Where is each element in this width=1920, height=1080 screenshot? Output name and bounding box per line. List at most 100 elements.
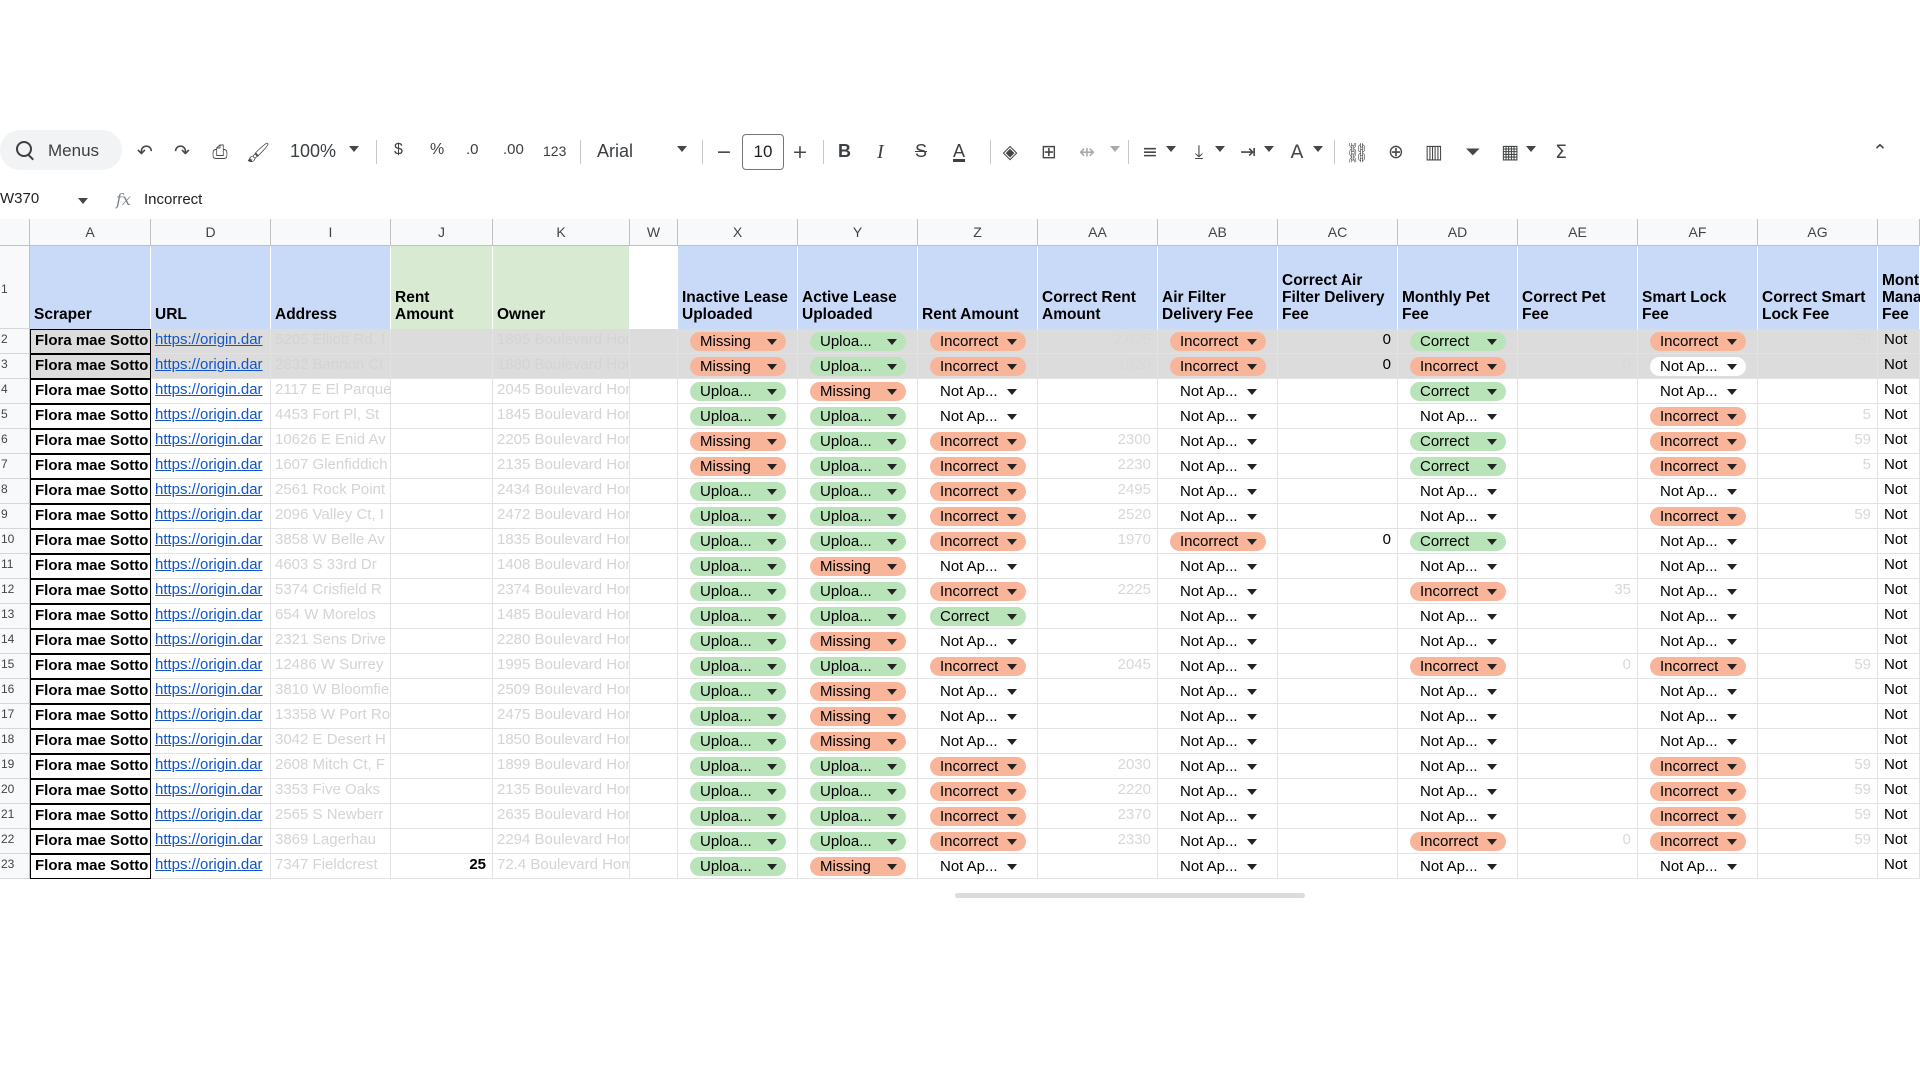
- rent-amount-cell[interactable]: [391, 404, 493, 429]
- status-cell[interactable]: Not Ap...: [918, 704, 1038, 729]
- empty-cell[interactable]: [630, 329, 678, 354]
- owner-cell[interactable]: 1995 Boulevard Homes: [493, 654, 630, 679]
- header-empty[interactable]: [630, 246, 678, 329]
- value-cell[interactable]: 0: [1278, 354, 1398, 379]
- rent-amount-cell[interactable]: [391, 429, 493, 454]
- header-correct-rent[interactable]: Correct Rent Amount: [1038, 246, 1158, 329]
- status-cell[interactable]: Incorrect: [918, 529, 1038, 554]
- address-cell[interactable]: 5205 Elliott Rd, I: [271, 329, 391, 354]
- status-cell[interactable]: Not Ap...: [1398, 754, 1518, 779]
- dropdown-arrow-icon[interactable]: [1487, 464, 1497, 470]
- value-cell[interactable]: 59: [1758, 779, 1878, 804]
- url-link[interactable]: https://origin.dar: [151, 654, 271, 679]
- dropdown-arrow-icon[interactable]: [1727, 639, 1737, 645]
- dropdown-arrow-icon[interactable]: [767, 664, 777, 670]
- value-cell[interactable]: 0: [1518, 654, 1638, 679]
- rent-amount-cell[interactable]: [391, 604, 493, 629]
- status-dropdown[interactable]: Incorrect: [1650, 457, 1746, 476]
- dropdown-arrow-icon[interactable]: [1727, 614, 1737, 620]
- status-cell[interactable]: Not Ap...: [1638, 479, 1758, 504]
- scraper-cell[interactable]: Flora mae Sotto: [30, 329, 151, 354]
- dropdown-arrow-icon[interactable]: [1007, 364, 1017, 370]
- status-dropdown[interactable]: Uploa...: [810, 482, 906, 501]
- status-dropdown[interactable]: Correct: [1410, 457, 1506, 476]
- status-dropdown[interactable]: Uploa...: [690, 832, 786, 851]
- dropdown-arrow-icon[interactable]: [887, 514, 897, 520]
- empty-cell[interactable]: [630, 454, 678, 479]
- status-cell[interactable]: Not Ap...: [1158, 379, 1278, 404]
- status-dropdown[interactable]: Incorrect: [930, 332, 1026, 351]
- dropdown-arrow-icon[interactable]: [1487, 564, 1497, 570]
- status-cell[interactable]: Uploa...: [798, 354, 918, 379]
- status-cell[interactable]: Not Ap...: [1158, 579, 1278, 604]
- value-cell[interactable]: [1518, 479, 1638, 504]
- status-cell[interactable]: Correct: [1398, 529, 1518, 554]
- header-air-filter[interactable]: Air Filter Delivery Fee: [1158, 246, 1278, 329]
- status-dropdown[interactable]: Incorrect: [1650, 757, 1746, 776]
- status-dropdown[interactable]: Not Ap...: [1650, 557, 1746, 576]
- row-header[interactable]: 2: [0, 329, 30, 354]
- value-cell[interactable]: [1518, 329, 1638, 354]
- value-cell[interactable]: [1518, 779, 1638, 804]
- column-header[interactable]: Z: [918, 219, 1038, 246]
- font-size-input[interactable]: 10: [742, 134, 784, 170]
- dropdown-arrow-icon[interactable]: [1247, 764, 1257, 770]
- status-dropdown[interactable]: Uploa...: [690, 482, 786, 501]
- status-cell[interactable]: Uploa...: [678, 404, 798, 429]
- scraper-cell[interactable]: Flora mae Sotto: [30, 754, 151, 779]
- status-cell[interactable]: Not Ap...: [1158, 604, 1278, 629]
- rotate-icon[interactable]: A: [1283, 138, 1311, 166]
- status-dropdown[interactable]: Uploa...: [810, 657, 906, 676]
- dropdown-arrow-icon[interactable]: [1487, 389, 1497, 395]
- rent-amount-cell[interactable]: 25: [391, 854, 493, 879]
- status-dropdown[interactable]: Incorrect: [930, 482, 1026, 501]
- status-dropdown[interactable]: Incorrect: [930, 432, 1026, 451]
- status-cell[interactable]: Uploa...: [678, 729, 798, 754]
- mgmt-fee-cell[interactable]: Not: [1878, 554, 1920, 579]
- url-link[interactable]: https://origin.dar: [151, 454, 271, 479]
- value-cell[interactable]: 2030: [1038, 754, 1158, 779]
- status-dropdown[interactable]: Not Ap...: [1410, 732, 1506, 751]
- mgmt-fee-cell[interactable]: Not: [1878, 729, 1920, 754]
- url-link[interactable]: https://origin.dar: [151, 779, 271, 804]
- header-correct-pet[interactable]: Correct Pet Fee: [1518, 246, 1638, 329]
- status-dropdown[interactable]: Incorrect: [1650, 507, 1746, 526]
- status-dropdown[interactable]: Uploa...: [690, 582, 786, 601]
- empty-cell[interactable]: [630, 779, 678, 804]
- dropdown-arrow-icon[interactable]: [1007, 739, 1017, 745]
- value-cell[interactable]: [1038, 629, 1158, 654]
- url-link[interactable]: https://origin.dar: [151, 579, 271, 604]
- status-cell[interactable]: Uploa...: [678, 654, 798, 679]
- status-dropdown[interactable]: Not Ap...: [1410, 482, 1506, 501]
- dropdown-arrow-icon[interactable]: [1247, 614, 1257, 620]
- rent-amount-cell[interactable]: [391, 454, 493, 479]
- status-dropdown[interactable]: Not Ap...: [1170, 682, 1266, 701]
- value-cell[interactable]: [1518, 379, 1638, 404]
- currency-button[interactable]: $: [394, 141, 403, 159]
- value-cell[interactable]: 59: [1758, 329, 1878, 354]
- dropdown-arrow-icon[interactable]: [1487, 664, 1497, 670]
- address-cell[interactable]: 654 W Morelos: [271, 604, 391, 629]
- rent-amount-cell[interactable]: [391, 579, 493, 604]
- dropdown-arrow-icon[interactable]: [1007, 464, 1017, 470]
- status-cell[interactable]: Incorrect: [1638, 829, 1758, 854]
- status-dropdown[interactable]: Not Ap...: [1410, 757, 1506, 776]
- header-correct-air-filter[interactable]: Correct Air Filter Delivery Fee: [1278, 246, 1398, 329]
- status-cell[interactable]: Uploa...: [798, 529, 918, 554]
- dropdown-arrow-icon[interactable]: [887, 714, 897, 720]
- row-header[interactable]: 14: [0, 629, 30, 654]
- dropdown-arrow-icon[interactable]: [767, 639, 777, 645]
- dropdown-arrow-icon[interactable]: [1247, 589, 1257, 595]
- dropdown-arrow-icon[interactable]: [1487, 789, 1497, 795]
- scraper-cell[interactable]: Flora mae Sotto: [30, 429, 151, 454]
- dropdown-arrow-icon[interactable]: [1247, 389, 1257, 395]
- value-cell[interactable]: [1758, 604, 1878, 629]
- scraper-cell[interactable]: Flora mae Sotto: [30, 729, 151, 754]
- status-dropdown[interactable]: Not Ap...: [1650, 857, 1746, 876]
- font-size-decrease-icon[interactable]: −: [710, 138, 738, 166]
- status-cell[interactable]: Missing: [798, 704, 918, 729]
- address-cell[interactable]: 3042 E Desert H: [271, 729, 391, 754]
- dropdown-arrow-icon[interactable]: [1247, 414, 1257, 420]
- status-cell[interactable]: Not Ap...: [1398, 729, 1518, 754]
- dropdown-arrow-icon[interactable]: [1487, 589, 1497, 595]
